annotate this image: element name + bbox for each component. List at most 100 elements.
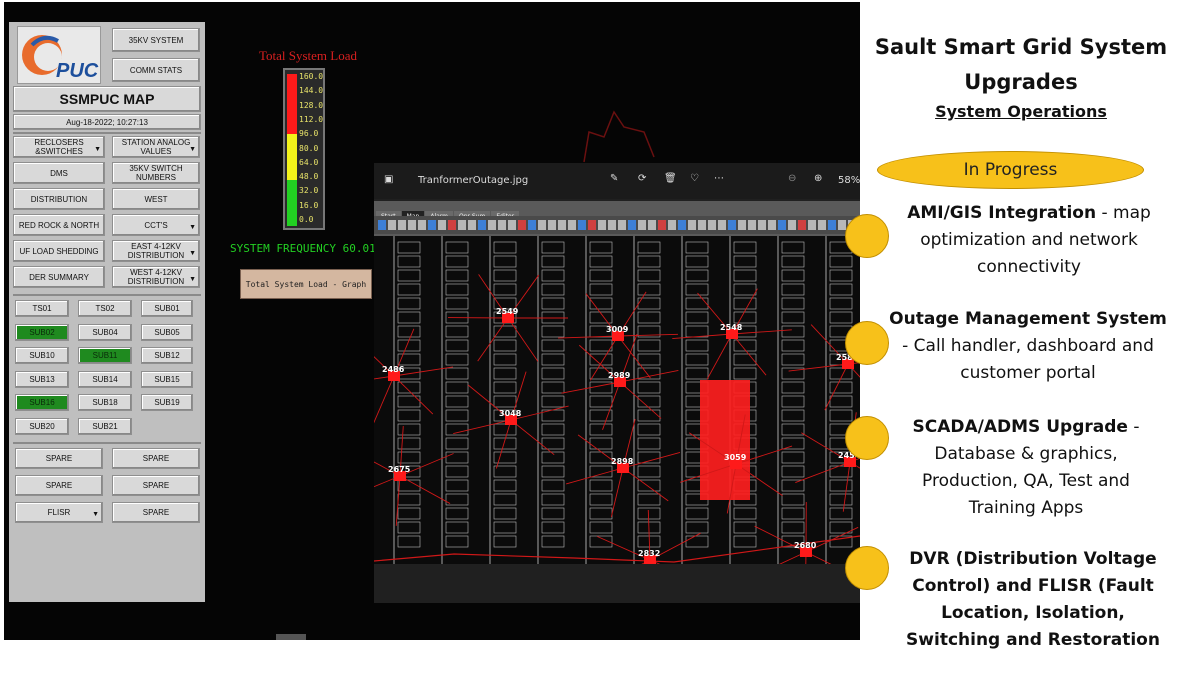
comm-stats-button[interactable]: COMM STATS	[112, 58, 200, 82]
status-badge: In Progress	[877, 151, 1144, 189]
menu-label: RECLOSERS &SWITCHES	[34, 138, 84, 156]
photo-viewer-window: ▣ TranformerOutage.jpg ✎ ⟳ 🗑 ♡ ⋯ ⊖ ⊕ 58%…	[374, 163, 860, 603]
station-ts01[interactable]: TS01	[15, 300, 69, 317]
viewer-filename: TranformerOutage.jpg	[418, 175, 529, 186]
feeder-outline	[583, 110, 655, 163]
map-node-label: 2486	[382, 365, 405, 374]
item-ami-gis: AMI/GIS Integration - map optimization a…	[895, 200, 1163, 281]
station-sub21[interactable]: SUB21	[78, 417, 132, 435]
rotate-icon[interactable]: ⟳	[638, 173, 646, 184]
map-node-label: 2898	[611, 457, 634, 466]
more-icon[interactable]: ⋯	[714, 173, 724, 184]
gauge-tick-label: 64.0	[299, 157, 319, 167]
button-label: SPARE	[142, 454, 170, 463]
chevron-down-icon: ▼	[189, 146, 196, 153]
west-4-12kv-distribution-button[interactable]: WEST 4-12KV DISTRIBUTION ▼	[112, 266, 200, 288]
gauge-yellow-zone	[287, 134, 297, 180]
gauge-tick-label: 112.0	[299, 114, 324, 124]
map-node-label: 2680	[794, 541, 817, 550]
zoom-out-icon[interactable]: ⊖	[788, 173, 796, 184]
35kv-switch-numbers-button[interactable]: 35KV SWITCH NUMBERS	[112, 162, 200, 184]
station-sub10[interactable]: SUB10	[15, 347, 69, 364]
zoom-level: 58%	[838, 175, 861, 186]
station-sub14[interactable]: SUB14	[78, 370, 132, 388]
scada-menu-panel: PUC 35KV SYSTEM COMM STATS SSMPUC MAP Au…	[9, 22, 205, 602]
menu-label: CCT'S	[144, 220, 168, 230]
puc-logo-icon: PUC	[22, 35, 99, 82]
item-dvr-flisr-title: DVR (Distribution Voltage Control) and F…	[906, 549, 1160, 650]
station-sub05[interactable]: SUB05	[141, 323, 193, 341]
station-sub11[interactable]: SUB11	[78, 347, 132, 364]
favorite-icon[interactable]: ♡	[690, 173, 699, 184]
load-graph-button[interactable]: Total System Load - Graph	[240, 269, 372, 299]
delete-icon[interactable]: 🗑	[664, 173, 677, 184]
station-ts02[interactable]: TS02	[78, 300, 132, 317]
item-oms: Outage Management System - Call handler,…	[888, 306, 1168, 387]
map-node-label: 3009	[606, 325, 629, 334]
zoom-in-icon[interactable]: ⊕	[814, 173, 822, 184]
feeder-map[interactable]: 2549 3009 2548 2589 2486 2989 3048 2898 3059 2454…	[374, 236, 860, 564]
station-sub04[interactable]: SUB04	[78, 323, 132, 341]
dms-button[interactable]: DMS	[13, 162, 105, 184]
bullet-circle-icon	[845, 416, 889, 460]
map-node-label: 2832	[638, 549, 660, 558]
slide-title: Sault Smart Grid System Upgrades	[874, 35, 1168, 94]
west-button[interactable]: WEST	[112, 188, 200, 210]
uf-load-shedding-button[interactable]: UF LOAD SHEDDING	[13, 240, 105, 262]
map-tabs: StartMapAlarmOpr SumEditor	[376, 203, 520, 223]
menu-label: STATION ANALOG VALUES	[121, 138, 191, 156]
map-toolbar: StartMapAlarmOpr SumEditor	[374, 201, 860, 236]
button-label: FLISR	[47, 508, 71, 517]
spare-button[interactable]: SPARE	[112, 502, 200, 523]
flisr-button[interactable]: FLISR ▼	[15, 502, 103, 523]
der-summary-button[interactable]: DER SUMMARY	[13, 266, 105, 288]
gauge-tick-label: 0.0	[299, 215, 314, 224]
menu-label: DMS	[50, 168, 68, 178]
gauge-red-zone	[287, 74, 297, 134]
gauge-tick-label: 96.0	[299, 129, 319, 139]
spare-button[interactable]: SPARE	[15, 475, 103, 496]
east-4-12kv-distribution-button[interactable]: EAST 4-12KV DISTRIBUTION ▼	[112, 240, 200, 262]
gauge-tick-label: 80.0	[299, 143, 319, 153]
spare-button[interactable]: SPARE	[112, 475, 200, 496]
spare-button[interactable]: SPARE	[112, 448, 200, 469]
map-node-label: 3059	[724, 453, 747, 462]
35kv-system-button[interactable]: 35KV SYSTEM	[112, 28, 200, 52]
spare-button[interactable]: SPARE	[15, 448, 103, 469]
button-label: SPARE	[142, 481, 170, 490]
bullet-circle-icon	[845, 214, 889, 258]
item-ami-gis-title: AMI/GIS Integration	[907, 203, 1097, 223]
station-analog-values-button[interactable]: STATION ANALOG VALUES ▼	[112, 136, 200, 158]
item-dvr-flisr: DVR (Distribution Voltage Control) and F…	[892, 546, 1174, 654]
reclosers-switches-button[interactable]: RECLOSERS &SWITCHES ▼	[13, 136, 105, 158]
item-scada: SCADA/ADMS Upgrade - Database & graphics…	[895, 414, 1157, 522]
toolbar-icons[interactable]	[374, 216, 860, 234]
station-sub13[interactable]: SUB13	[15, 370, 69, 388]
station-sub15[interactable]: SUB15	[141, 370, 193, 388]
station-sub01[interactable]: SUB01	[141, 300, 193, 317]
station-sub12[interactable]: SUB12	[141, 347, 193, 364]
menu-label: WEST	[144, 194, 168, 204]
station-sub20[interactable]: SUB20	[15, 417, 69, 435]
station-sub02[interactable]: SUB02	[15, 323, 69, 341]
station-sub18[interactable]: SUB18	[78, 394, 132, 411]
gauge-tick-label: 32.0	[299, 186, 319, 196]
red-rock-north-button[interactable]: RED ROCK & NORTH	[13, 214, 105, 236]
chevron-down-icon: ▼	[94, 146, 101, 153]
bullet-circle-icon	[845, 546, 889, 590]
distribution-button[interactable]: DISTRIBUTION	[13, 188, 105, 210]
divider	[13, 442, 201, 444]
map-title: SSMPUC MAP	[13, 86, 201, 112]
map-node-label: 2675	[388, 465, 411, 474]
cct-s-button[interactable]: CCT'S ▼	[112, 214, 200, 236]
bullet-circle-icon	[845, 321, 889, 365]
station-sub19[interactable]: SUB19	[141, 394, 193, 411]
gauge-tick-label: 48.0	[299, 172, 319, 182]
edit-icon[interactable]: ✎	[610, 173, 618, 184]
menu-label: DISTRIBUTION	[30, 194, 88, 204]
menu-label: EAST 4-12KV DISTRIBUTION	[127, 242, 185, 260]
scrollbar-thumb[interactable]	[276, 634, 306, 640]
map-node-label: 2549	[496, 307, 519, 316]
map-node-label: 2989	[608, 371, 631, 380]
station-sub16[interactable]: SUB16	[15, 394, 69, 411]
